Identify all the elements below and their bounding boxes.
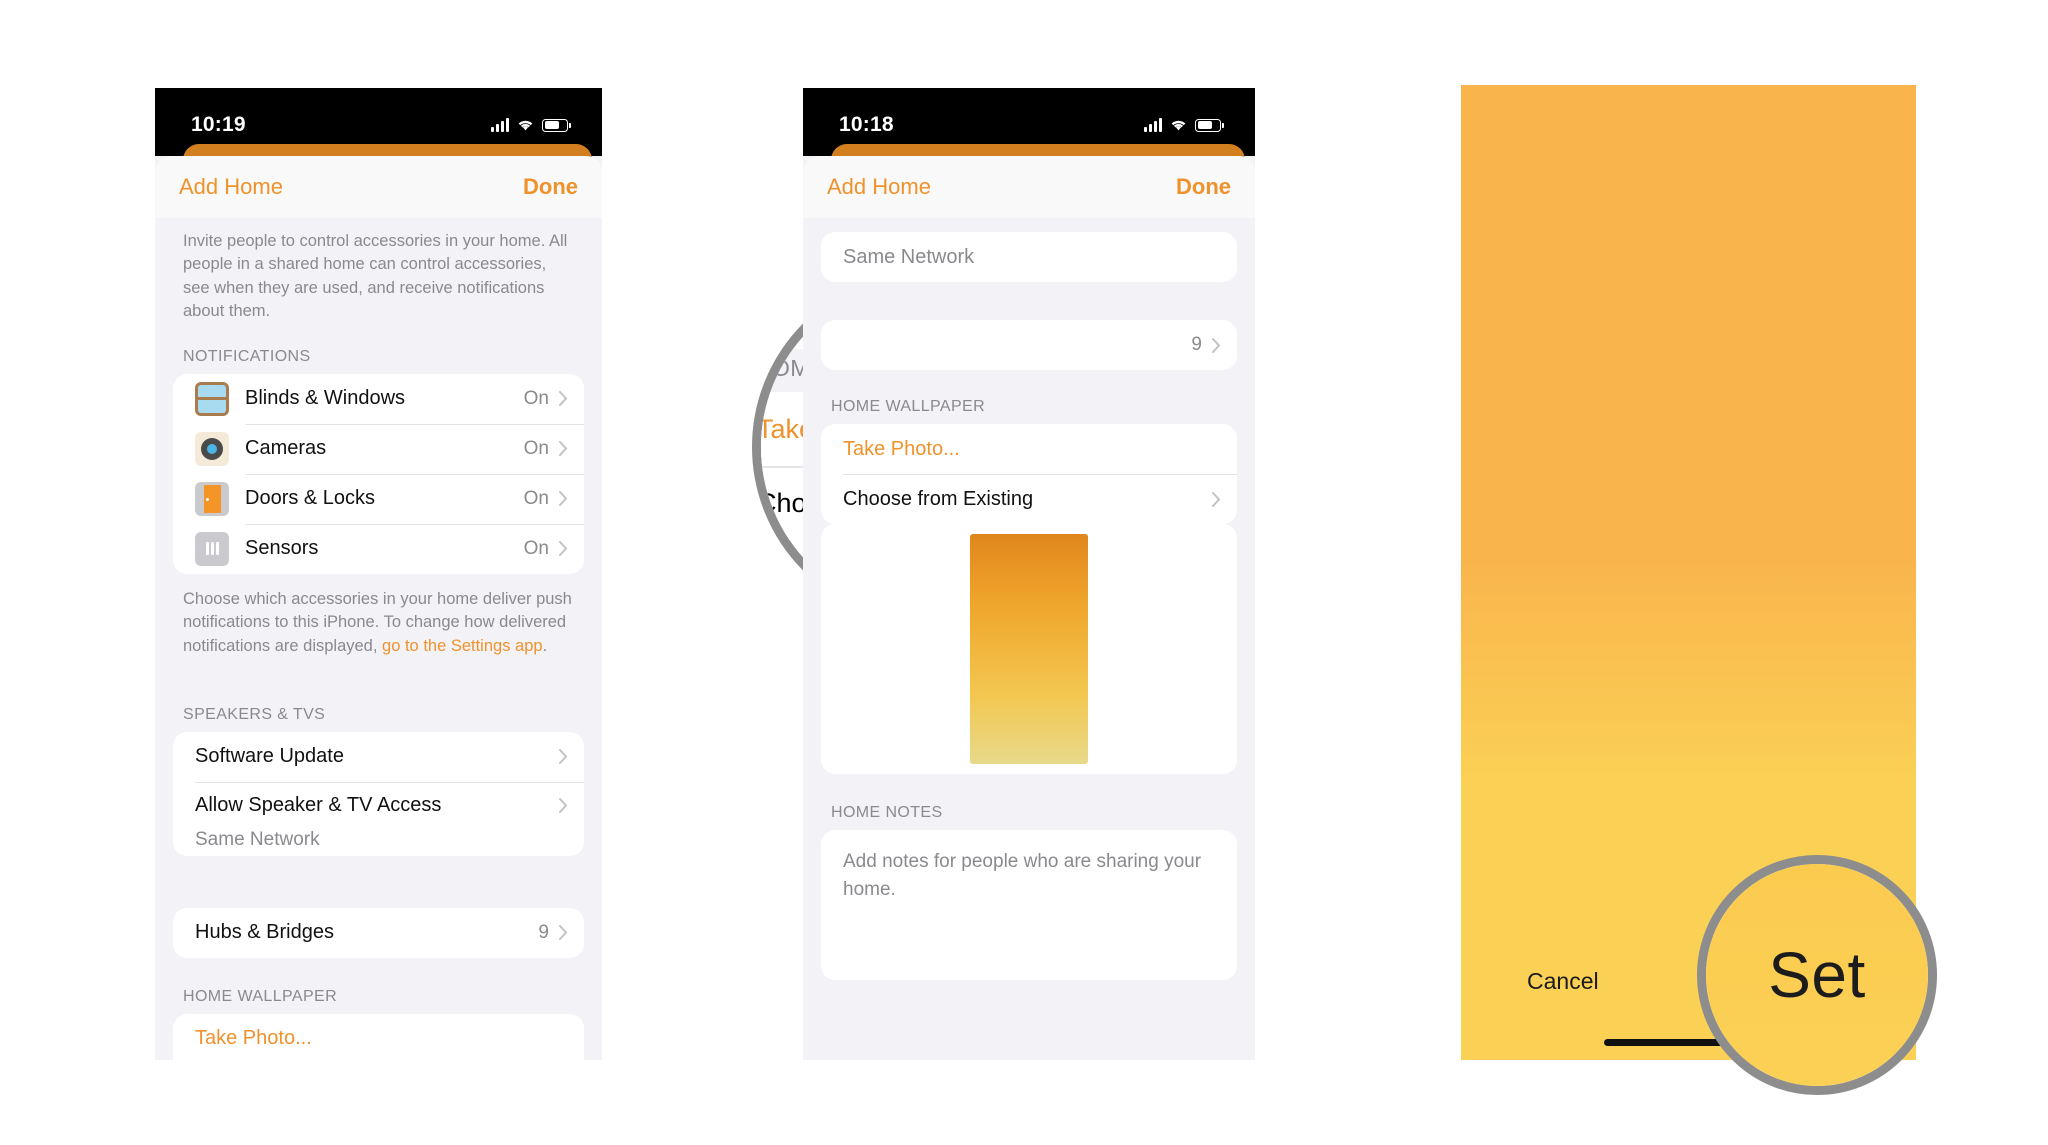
- phone-screen-2: 10:18 Add Home Done Same Network 9 HOME …: [803, 88, 1255, 1060]
- camera-icon: [195, 431, 229, 466]
- speakers-card: Software Update Allow Speaker & TV Acces…: [173, 731, 584, 856]
- row-allow-speaker-tv-access[interactable]: Allow Speaker & TV Access Same Network: [173, 781, 584, 856]
- row-label: Blinds & Windows: [245, 387, 406, 410]
- chevron-right-icon: [559, 491, 568, 507]
- cellular-bars-icon: [1144, 118, 1162, 132]
- row-label: Take Photo...: [195, 1027, 312, 1050]
- sensor-icon: [195, 531, 229, 566]
- nav-bar-2: Add Home Done: [803, 156, 1255, 218]
- status-time: 10:19: [191, 113, 246, 136]
- wallpaper-card-2: Take Photo... Choose from Existing: [821, 424, 1237, 524]
- magnified-set-label[interactable]: Set: [1768, 938, 1866, 1012]
- hubs-card-2: 9: [821, 320, 1237, 370]
- done-button-1[interactable]: Done: [523, 174, 578, 200]
- row-subvalue: Same Network: [195, 829, 320, 851]
- blinds-icon: [195, 381, 229, 416]
- row-software-update[interactable]: Software Update: [173, 732, 584, 782]
- notifications-footer-text-b: .: [542, 636, 548, 655]
- row-same-network[interactable]: Same Network: [821, 232, 1237, 282]
- row-label: Hubs & Bridges: [195, 921, 334, 944]
- battery-icon: [542, 118, 571, 132]
- magnifier-set-button: Set: [1697, 855, 1937, 1095]
- row-take-photo-2[interactable]: Take Photo...: [821, 424, 1237, 474]
- cellular-bars-icon: [491, 118, 509, 132]
- row-take-photo-1[interactable]: Take Photo...: [173, 1014, 584, 1060]
- invite-blurb: Invite people to control accessories in …: [183, 232, 568, 321]
- status-indicators: [1144, 118, 1224, 132]
- home-notes-card[interactable]: Add notes for people who are sharing you…: [821, 830, 1237, 980]
- row-value: On: [523, 537, 549, 559]
- status-time: 10:18: [839, 113, 894, 136]
- status-indicators: [491, 118, 571, 132]
- chevron-right-icon: [559, 797, 568, 813]
- settings-list-1[interactable]: Invite people to control accessories in …: [155, 218, 602, 1060]
- notifications-card: Blinds & Windows On Cameras On Doors & L…: [173, 373, 584, 574]
- row-hubs-bridges-2[interactable]: 9: [821, 320, 1237, 370]
- row-value: 9: [538, 921, 549, 943]
- chevron-right-icon: [559, 391, 568, 407]
- row-cameras[interactable]: Cameras On: [173, 423, 584, 474]
- chevron-right-icon: [559, 441, 568, 457]
- done-button-2[interactable]: Done: [1176, 174, 1231, 200]
- wallpaper-section-header-2: HOME WALLPAPER: [831, 398, 986, 415]
- wifi-icon: [1171, 120, 1186, 131]
- row-label: Cameras: [245, 437, 327, 460]
- row-label: Take Photo...: [843, 437, 960, 460]
- notifications-section-header: NOTIFICATIONS: [183, 347, 311, 365]
- row-label: Software Update: [195, 745, 344, 768]
- row-choose-existing-2[interactable]: Choose from Existing: [821, 474, 1237, 524]
- same-network-card: Same Network: [821, 232, 1237, 282]
- chevron-right-icon: [559, 925, 568, 941]
- notifications-footer: Choose which accessories in your home de…: [155, 574, 602, 658]
- row-sensors[interactable]: Sensors On: [173, 523, 584, 574]
- wallpaper-section-header-1: HOME WALLPAPER: [183, 987, 338, 1005]
- row-value: On: [523, 387, 549, 409]
- phone-screen-1: 10:19 Add Home Done Invite people to con…: [155, 88, 602, 1060]
- chevron-right-icon: [1212, 337, 1221, 353]
- cancel-button[interactable]: Cancel: [1527, 968, 1599, 995]
- row-blinds-windows[interactable]: Blinds & Windows On: [173, 374, 584, 424]
- chevron-right-icon: [559, 749, 568, 765]
- row-label: Allow Speaker & TV Access: [195, 793, 442, 816]
- settings-app-link[interactable]: go to the Settings app: [382, 637, 543, 655]
- row-value: 9: [1191, 334, 1202, 355]
- back-button-1[interactable]: Add Home: [179, 174, 283, 200]
- row-hubs-bridges[interactable]: Hubs & Bridges 9: [173, 908, 584, 958]
- back-button-2[interactable]: Add Home: [827, 174, 931, 200]
- speakers-section-header: SPEAKERS & TVS: [183, 705, 326, 723]
- battery-icon: [1195, 118, 1224, 132]
- row-label: Choose from Existing: [843, 487, 1034, 510]
- wifi-icon: [518, 120, 533, 131]
- row-doors-locks[interactable]: Doors & Locks On: [173, 473, 584, 524]
- row-label: Sensors: [245, 537, 319, 560]
- wallpaper-card-1: Take Photo... Choose from Existing: [173, 1013, 584, 1060]
- chevron-right-icon: [559, 541, 568, 557]
- wallpaper-preview-card[interactable]: [821, 524, 1237, 774]
- hubs-card: Hubs & Bridges 9: [173, 907, 584, 958]
- row-label: Doors & Locks: [245, 487, 376, 510]
- screenshot-canvas: 10:19 Add Home Done Invite people to con…: [0, 0, 2048, 1145]
- nav-bar-1: Add Home Done: [155, 156, 602, 218]
- door-icon: [195, 481, 229, 516]
- settings-list-2[interactable]: Same Network 9 HOME WALLPAPER Take Photo…: [803, 218, 1255, 1060]
- wallpaper-thumbnail[interactable]: [970, 534, 1088, 764]
- notes-section-header: HOME NOTES: [831, 804, 943, 821]
- home-notes-input[interactable]: Add notes for people who are sharing you…: [843, 848, 1215, 903]
- chevron-right-icon: [1212, 491, 1221, 507]
- row-value: On: [523, 437, 549, 459]
- row-label: Same Network: [843, 245, 975, 268]
- row-value: On: [523, 487, 549, 509]
